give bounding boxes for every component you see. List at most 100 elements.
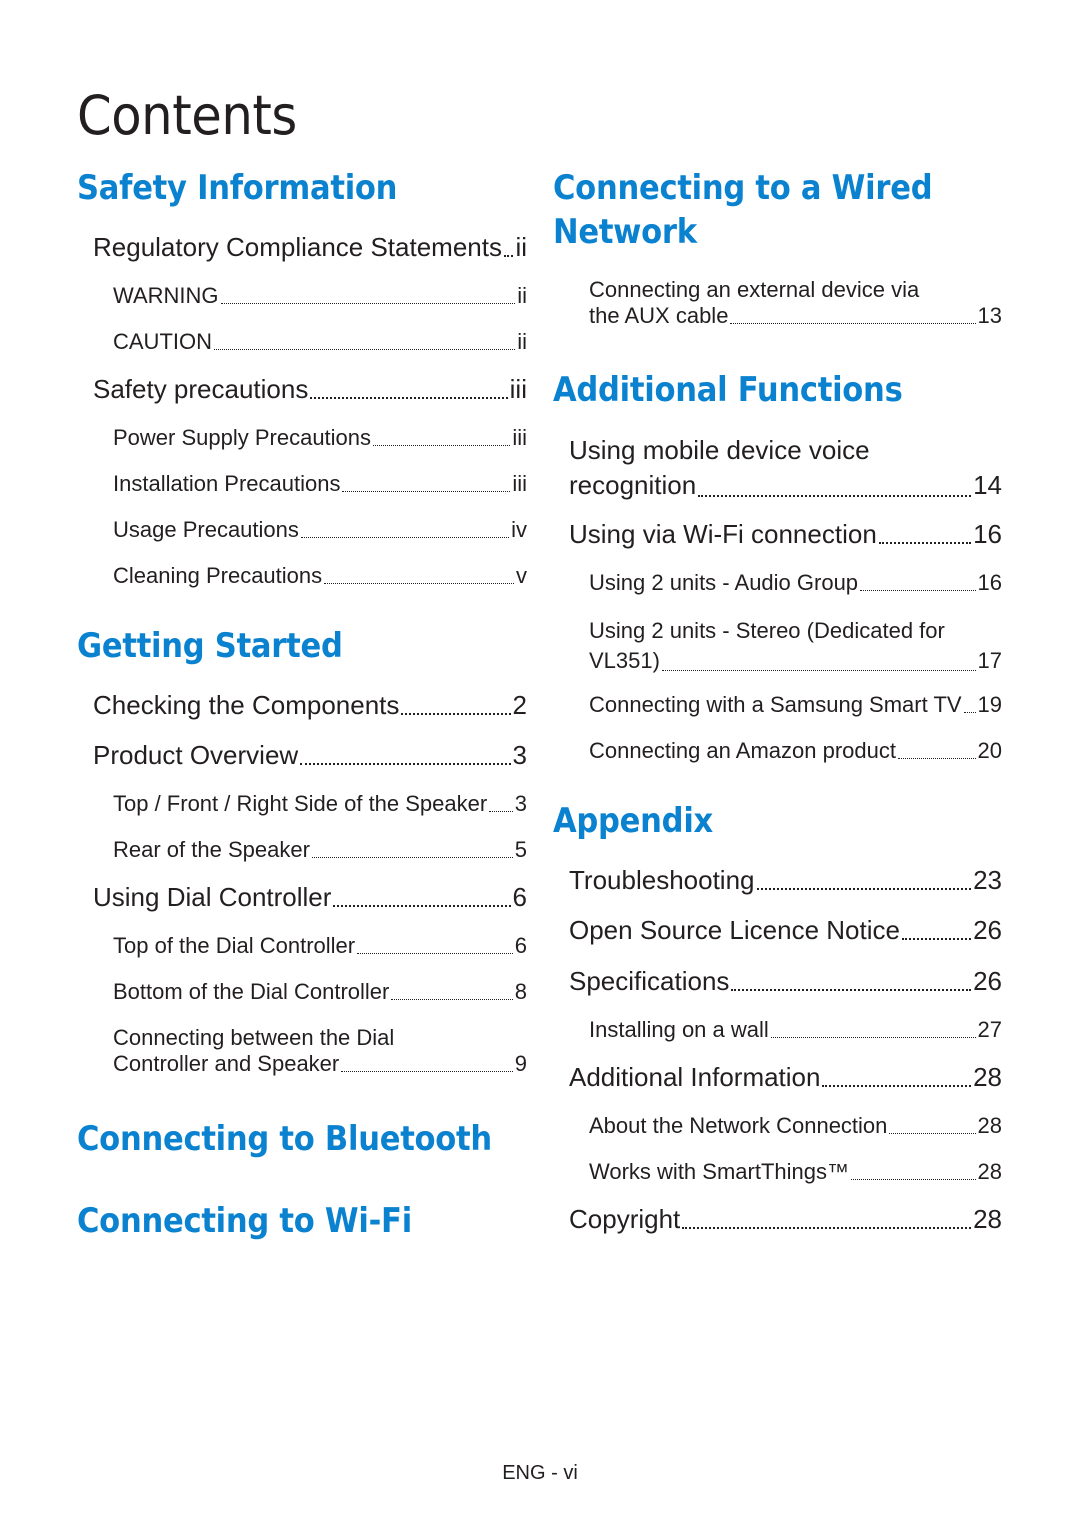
heading-getting-started[interactable]: Getting Started xyxy=(77,624,343,668)
toc-entry-rear-of-speaker[interactable]: Rear of the Speaker 5 xyxy=(113,837,527,863)
entry-page: 3 xyxy=(514,791,527,816)
heading-connecting-wifi[interactable]: Connecting to Wi-Fi xyxy=(77,1199,412,1243)
heading-additional-functions[interactable]: Additional Functions xyxy=(553,368,903,412)
entry-label-line2: the AUX cable xyxy=(589,303,729,328)
entry-label: Checking the Components xyxy=(93,690,400,720)
toc-entry-checking-components[interactable]: Checking the Components 2 xyxy=(93,690,527,721)
entry-page: ii xyxy=(517,283,527,308)
entry-label: Additional Information xyxy=(569,1062,821,1092)
dot-leader xyxy=(333,905,511,907)
toc-entry-stereo[interactable]: Using 2 units - Stereo (Dedicated for VL… xyxy=(589,616,1002,676)
entry-label: Installation Precautions xyxy=(113,471,341,496)
entry-label: WARNING xyxy=(113,283,219,308)
entry-label-line2: Controller and Speaker xyxy=(113,1051,340,1076)
toc-entry-connecting-dial-speaker[interactable]: Connecting between the Dial Controller a… xyxy=(113,1025,527,1077)
dot-leader xyxy=(822,1085,972,1087)
entry-page: 16 xyxy=(973,519,1002,549)
heading-appendix[interactable]: Appendix xyxy=(553,799,713,843)
toc-entry-network-connection[interactable]: About the Network Connection 28 xyxy=(589,1113,1002,1139)
dot-leader xyxy=(897,758,976,759)
dot-leader xyxy=(661,670,976,671)
toc-entry-safety-precautions[interactable]: Safety precautions iii xyxy=(93,374,527,405)
entry-page: 2 xyxy=(512,690,527,720)
entry-page: 16 xyxy=(977,570,1002,595)
toc-entry-installing-on-wall[interactable]: Installing on a wall 27 xyxy=(589,1017,1002,1043)
entry-label: Installing on a wall xyxy=(589,1017,769,1042)
entry-label-line2: VL351) xyxy=(589,648,660,673)
toc-entry-additional-information[interactable]: Additional Information 28 xyxy=(569,1062,1002,1093)
toc-entry-copyright[interactable]: Copyright 28 xyxy=(569,1204,1002,1235)
dot-leader xyxy=(682,1227,972,1229)
entry-page: 6 xyxy=(512,882,527,912)
toc-entry-voice-recognition[interactable]: Using mobile device voice recognition 14 xyxy=(569,433,1002,503)
toc-entry-open-source-licence[interactable]: Open Source Licence Notice 26 xyxy=(569,915,1002,946)
dot-leader xyxy=(342,491,511,492)
entry-label: CAUTION xyxy=(113,329,212,354)
heading-connecting-bluetooth[interactable]: Connecting to Bluetooth xyxy=(77,1117,492,1161)
toc-entry-amazon-product[interactable]: Connecting an Amazon product 20 xyxy=(589,738,1002,764)
toc-entry-usage-precautions[interactable]: Usage Precautions iv xyxy=(113,517,527,543)
toc-entry-top-front-right[interactable]: Top / Front / Right Side of the Speaker … xyxy=(113,791,527,817)
dot-leader xyxy=(489,811,513,812)
entry-page: 28 xyxy=(977,1159,1002,1184)
entry-label: Copyright xyxy=(569,1204,681,1234)
toc-page: Contents Safety Information Regulatory C… xyxy=(0,0,1080,1527)
toc-entry-specifications[interactable]: Specifications 26 xyxy=(569,966,1002,997)
heading-safety-information[interactable]: Safety Information xyxy=(77,166,397,210)
toc-entry-wifi-connection[interactable]: Using via Wi-Fi connection 16 xyxy=(569,519,1002,550)
entry-label: Product Overview xyxy=(93,740,299,770)
dot-leader xyxy=(214,349,516,350)
dot-leader xyxy=(324,583,514,584)
toc-entry-caution[interactable]: CAUTION ii xyxy=(113,329,527,355)
dot-leader xyxy=(850,1179,976,1180)
entry-page: 27 xyxy=(977,1017,1002,1042)
page-title: Contents xyxy=(77,84,297,147)
dot-leader xyxy=(503,255,514,257)
entry-label: About the Network Connection xyxy=(589,1113,888,1138)
toc-entry-aux-cable[interactable]: Connecting an external device via the AU… xyxy=(589,277,1002,329)
entry-label: Connecting an Amazon product xyxy=(589,738,896,763)
dot-leader xyxy=(373,445,511,446)
toc-entry-top-of-dial[interactable]: Top of the Dial Controller 6 xyxy=(113,933,527,959)
toc-entry-cleaning-precautions[interactable]: Cleaning Precautions v xyxy=(113,563,527,589)
entry-label-line2: recognition xyxy=(569,470,697,500)
dot-leader xyxy=(300,763,511,765)
toc-entry-installation-precautions[interactable]: Installation Precautions iii xyxy=(113,471,527,497)
entry-page: 17 xyxy=(977,648,1002,673)
toc-entry-warning[interactable]: WARNING ii xyxy=(113,283,527,309)
dot-leader xyxy=(731,989,972,991)
entry-label: Usage Precautions xyxy=(113,517,299,542)
page-footer: ENG - vi xyxy=(502,1462,578,1484)
entry-label: Cleaning Precautions xyxy=(113,563,323,588)
dot-leader xyxy=(730,323,976,324)
heading-wired-network-line2[interactable]: Network xyxy=(553,210,697,254)
toc-entry-audio-group[interactable]: Using 2 units - Audio Group 16 xyxy=(589,570,1002,596)
dot-leader xyxy=(310,397,508,399)
entry-page: 14 xyxy=(973,470,1002,500)
dot-leader xyxy=(401,713,511,715)
dot-leader xyxy=(770,1037,976,1038)
entry-page: iv xyxy=(511,517,527,542)
entry-label: Regulatory Compliance Statements xyxy=(93,232,502,262)
toc-entry-troubleshooting[interactable]: Troubleshooting 23 xyxy=(569,865,1002,896)
entry-page: 28 xyxy=(977,1113,1002,1138)
toc-entry-product-overview[interactable]: Product Overview 3 xyxy=(93,740,527,771)
toc-entry-using-dial-controller[interactable]: Using Dial Controller 6 xyxy=(93,882,527,913)
toc-entry-power-supply-precautions[interactable]: Power Supply Precautions iii xyxy=(113,425,527,451)
entry-page: 26 xyxy=(973,915,1002,945)
toc-entry-smartthings[interactable]: Works with SmartThings™ 28 xyxy=(589,1159,1002,1185)
entry-label-line1: Connecting between the Dial xyxy=(113,1025,395,1050)
entry-page: 9 xyxy=(514,1051,527,1076)
toc-entry-bottom-of-dial[interactable]: Bottom of the Dial Controller 8 xyxy=(113,979,527,1005)
heading-wired-network-line1[interactable]: Connecting to a Wired xyxy=(553,166,933,210)
toc-entry-samsung-smart-tv[interactable]: Connecting with a Samsung Smart TV 19 xyxy=(589,692,1002,718)
dot-leader xyxy=(860,590,976,591)
entry-label-line1: Connecting an external device via xyxy=(589,277,920,302)
toc-entry-regulatory-compliance[interactable]: Regulatory Compliance Statements ii xyxy=(93,232,527,263)
entry-page: iii xyxy=(512,425,527,450)
entry-page: 13 xyxy=(977,303,1002,328)
dot-leader xyxy=(341,1071,513,1072)
entry-page: 19 xyxy=(977,692,1002,717)
entry-page: 3 xyxy=(512,740,527,770)
dot-leader xyxy=(357,953,513,954)
